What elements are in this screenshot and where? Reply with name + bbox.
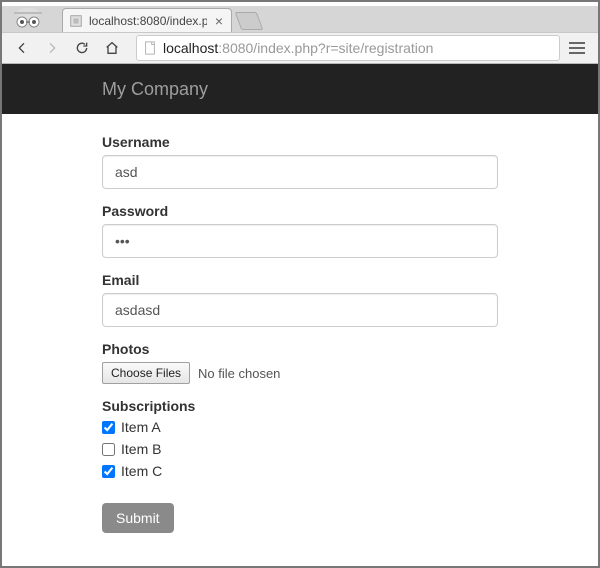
browser-tab-strip: localhost:8080/index.p ×	[2, 6, 598, 32]
forward-button[interactable]	[38, 35, 66, 61]
email-group: Email	[102, 272, 498, 327]
subscription-item-label: Item C	[121, 463, 162, 479]
password-input[interactable]	[102, 224, 498, 258]
url-host: localhost	[163, 40, 218, 56]
browser-toolbar: localhost:8080/index.php?r=site/registra…	[2, 32, 598, 64]
password-label: Password	[102, 203, 498, 219]
window-frame: localhost:8080/index.p × localhost:8080/…	[0, 0, 600, 568]
subscription-checkbox-b[interactable]	[102, 443, 115, 456]
browser-menu-button[interactable]	[562, 35, 592, 61]
tab-close-icon[interactable]: ×	[213, 15, 225, 27]
reload-button[interactable]	[68, 35, 96, 61]
submit-button[interactable]: Submit	[102, 503, 174, 533]
photos-group: Photos Choose Files No file chosen	[102, 341, 498, 384]
home-button[interactable]	[98, 35, 126, 61]
file-status-text: No file chosen	[198, 366, 280, 381]
subscription-checkbox-c[interactable]	[102, 465, 115, 478]
photos-label: Photos	[102, 341, 498, 357]
subscription-checkbox-a[interactable]	[102, 421, 115, 434]
page-icon	[143, 41, 157, 55]
subscription-item-label: Item A	[121, 419, 161, 435]
subscription-item-label: Item B	[121, 441, 161, 457]
username-input[interactable]	[102, 155, 498, 189]
file-input-row: Choose Files No file chosen	[102, 362, 498, 384]
username-label: Username	[102, 134, 498, 150]
choose-files-button[interactable]: Choose Files	[102, 362, 190, 384]
site-navbar: My Company	[2, 64, 598, 114]
hamburger-icon	[569, 42, 585, 54]
url-rest: :8080/index.php?r=site/registration	[218, 40, 433, 56]
email-label: Email	[102, 272, 498, 288]
email-input[interactable]	[102, 293, 498, 327]
username-group: Username	[102, 134, 498, 189]
browser-tab[interactable]: localhost:8080/index.p ×	[62, 8, 232, 32]
subscription-item: Item B	[102, 441, 498, 457]
address-bar[interactable]: localhost:8080/index.php?r=site/registra…	[136, 35, 560, 61]
tab-title: localhost:8080/index.p	[89, 14, 207, 28]
incognito-icon	[10, 4, 46, 32]
subscriptions-group: Subscriptions Item A Item B Item C	[102, 398, 498, 479]
subscription-item: Item A	[102, 419, 498, 435]
subscriptions-label: Subscriptions	[102, 398, 498, 414]
new-tab-button[interactable]	[235, 12, 264, 30]
back-button[interactable]	[8, 35, 36, 61]
subscription-item: Item C	[102, 463, 498, 479]
page-body: My Company Username Password Email Photo…	[2, 64, 598, 533]
password-group: Password	[102, 203, 498, 258]
url-text: localhost:8080/index.php?r=site/registra…	[163, 40, 433, 56]
brand-text[interactable]: My Company	[102, 79, 208, 100]
form-container: Username Password Email Photos Choose Fi…	[2, 114, 598, 533]
tab-favicon-icon	[69, 14, 83, 28]
